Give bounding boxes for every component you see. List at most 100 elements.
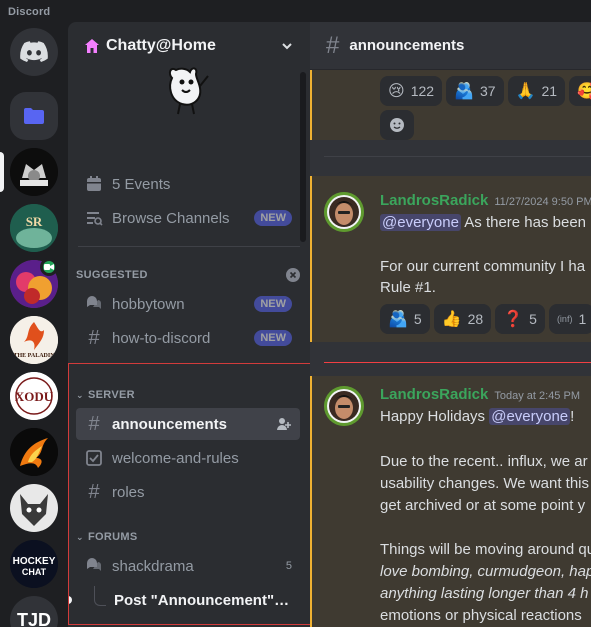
category-forums-title: FORUMS [88, 531, 138, 543]
message-author[interactable]: LandrosRadick 11/27/2024 9:50 PM [380, 192, 591, 209]
reaction[interactable]: (inf) 1 [548, 304, 591, 334]
message-timestamp: Today at 2:45 PM [494, 390, 580, 402]
thread-name: Post "Announcement" S... [114, 591, 292, 609]
forum-channel-icon [84, 294, 104, 314]
smiley-icon [390, 118, 404, 132]
server-icon-5[interactable]: XODU [10, 372, 58, 420]
sidebar-item-announcements[interactable]: # announcements [76, 408, 300, 440]
message-text: get archived or at some point y [380, 497, 586, 514]
discord-logo-icon [20, 41, 48, 62]
server-folder[interactable] [10, 92, 58, 140]
server-icon-4[interactable]: THE PALADIN [10, 316, 58, 364]
message-text: Rule #1. [380, 279, 436, 296]
message-author[interactable]: LandrosRadick Today at 2:45 PM [380, 386, 580, 403]
mention-bar [310, 70, 312, 140]
svg-text:THE PALADIN: THE PALADIN [13, 353, 55, 359]
svg-text:HOCKEY: HOCKEY [13, 556, 56, 567]
category-suggested: SUGGESTED [76, 266, 300, 284]
guild-banner-mascot [168, 67, 209, 115]
server-icon-1[interactable] [10, 148, 58, 196]
mention-bar [310, 176, 312, 342]
thread-connector [94, 586, 106, 606]
everyone-mention[interactable]: @everyone [489, 408, 571, 425]
chevron-down-icon: ⌄ [76, 531, 84, 542]
category-server-title: SERVER [88, 389, 135, 401]
forum-channel-icon [84, 556, 104, 576]
category-server[interactable]: ⌄ SERVER [76, 386, 300, 404]
channel-header: # announcements [310, 22, 591, 70]
reaction[interactable]: 🥰 [569, 76, 591, 106]
hash-icon: # [326, 31, 340, 59]
message-text: emotions or physical reactions [380, 607, 582, 624]
add-reaction-button[interactable] [380, 110, 414, 140]
new-badge: NEW [254, 330, 292, 346]
title-bar: Discord [0, 0, 591, 22]
channel-name: roles [112, 483, 145, 501]
channel-name: welcome-and-rules [112, 449, 239, 467]
events-label: 5 Events [112, 175, 171, 193]
browse-channels-label: Browse Channels [112, 209, 230, 227]
add-member-icon[interactable] [276, 416, 292, 432]
sidebar-item-shackdrama[interactable]: shackdrama 5 [76, 550, 300, 582]
add-reaction-row [380, 110, 414, 140]
channel-name: shackdrama [112, 557, 194, 575]
discord-app: Discord SR THE PALADIN XODU HOCKEY CHAT … [0, 0, 591, 627]
home-button[interactable] [10, 28, 58, 76]
svg-text:CHAT: CHAT [22, 567, 47, 577]
server-icon-6[interactable] [10, 428, 58, 476]
dismiss-icon[interactable] [286, 268, 300, 282]
server-icon-7[interactable] [10, 484, 58, 532]
sidebar-scrollbar[interactable] [300, 72, 306, 242]
hash-icon: # [88, 326, 100, 349]
server-icon-8[interactable]: HOCKEY CHAT [10, 540, 58, 588]
server-initials: TJD [16, 609, 51, 627]
message-text: Happy Holidays @everyone! [380, 408, 575, 425]
video-call-icon [40, 258, 58, 276]
sidebar-item-browse-channels[interactable]: Browse Channels NEW [76, 202, 300, 234]
guild-name: Chatty@Home [106, 37, 216, 54]
sidebar-divider [78, 246, 300, 247]
reaction[interactable]: ❓ 5 [495, 304, 545, 334]
new-messages-divider [324, 362, 591, 363]
everyone-mention[interactable]: @everyone [380, 214, 461, 231]
sidebar-item-thread[interactable]: Post "Announcement" S... [106, 584, 300, 616]
server-icon-2[interactable]: SR [10, 204, 58, 252]
channel-name: how-to-discord [112, 329, 211, 347]
server-rail: SR THE PALADIN XODU HOCKEY CHAT TJD [0, 22, 68, 627]
reaction[interactable]: 🫂 37 [446, 76, 504, 106]
sidebar-item-roles[interactable]: # roles [76, 476, 300, 508]
rules-icon [84, 448, 104, 468]
reaction[interactable]: 🙏 21 [507, 76, 566, 106]
hash-icon: # [88, 480, 100, 503]
message-text: love bombing, curmudgeon, hap [380, 563, 591, 580]
channel-name: announcements [112, 415, 228, 433]
chevron-down-icon[interactable] [280, 39, 294, 53]
reaction[interactable]: 👍 28 [433, 304, 492, 334]
svg-text:SR: SR [26, 214, 43, 229]
channel-name: hobbytown [112, 295, 185, 313]
server-icon-9[interactable]: TJD [10, 596, 58, 627]
sidebar-item-welcome-and-rules[interactable]: welcome-and-rules [76, 442, 300, 474]
reaction[interactable]: 🫂 5 [380, 304, 430, 334]
avatar[interactable] [324, 192, 364, 232]
message-text: @everyone As there has been [380, 214, 587, 231]
unread-dot [68, 596, 72, 604]
category-forums[interactable]: ⌄ FORUMS [76, 528, 300, 546]
folder-icon [24, 108, 44, 124]
calendar-icon [84, 174, 104, 194]
mention-bar [310, 376, 312, 627]
reaction[interactable]: 😢 122 [380, 76, 443, 106]
browse-channels-icon [84, 208, 104, 228]
app-wordmark: Discord [8, 6, 51, 18]
chat-area: # announcements 😢 122 🫂 37 🙏 21 🥰 LandrosRa… [310, 22, 591, 627]
reaction-bar: 😢 122 🫂 37 🙏 21 🥰 [380, 76, 591, 106]
sidebar-item-hobbytown[interactable]: hobbytown NEW [76, 288, 300, 320]
unread-count: 5 [285, 560, 292, 572]
reaction-bar: 🫂 5 👍 28 ❓ 5 (inf) 1 [380, 304, 591, 334]
channel-sidebar: Chatty@Home 5 Events Browse Channels NEW… [68, 22, 310, 627]
message-text: Things will be moving around qu [380, 541, 591, 558]
avatar[interactable] [324, 386, 364, 426]
sidebar-item-how-to-discord[interactable]: # how-to-discord NEW [76, 322, 300, 354]
sidebar-item-events[interactable]: 5 Events [76, 168, 300, 200]
home-icon [85, 39, 99, 53]
